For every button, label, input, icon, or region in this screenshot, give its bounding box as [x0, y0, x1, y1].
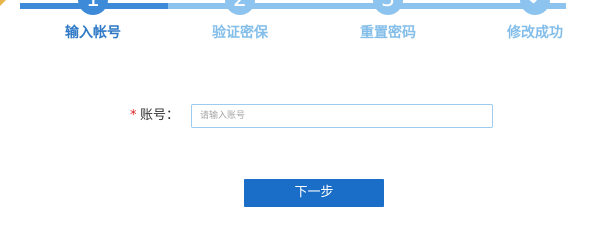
step-3-circle: 3: [373, 0, 403, 15]
step-2-number: 2: [233, 0, 247, 12]
corner-decoration: [0, 0, 6, 6]
account-input[interactable]: [191, 104, 493, 128]
step-progress: 1 2 3 输入帐号 验证密保 重置密码 修改成功: [0, 0, 591, 48]
account-label: 账号：: [140, 108, 180, 123]
step-3-number: 3: [381, 0, 395, 12]
check-icon: [529, 0, 538, 4]
account-form-row: * 账号：: [0, 104, 591, 128]
required-marker: *: [130, 108, 137, 123]
step-3-label: 重置密码: [360, 25, 416, 41]
step-4-label: 修改成功: [507, 25, 563, 41]
next-step-button[interactable]: 下一步: [244, 179, 384, 207]
step-4-circle: [520, 0, 550, 15]
step-1-circle: 1: [78, 0, 108, 15]
step-2-circle: 2: [225, 0, 255, 15]
step-1-number: 1: [86, 0, 100, 12]
step-1-label: 输入帐号: [65, 25, 121, 41]
step-2-label: 验证密保: [212, 25, 268, 41]
